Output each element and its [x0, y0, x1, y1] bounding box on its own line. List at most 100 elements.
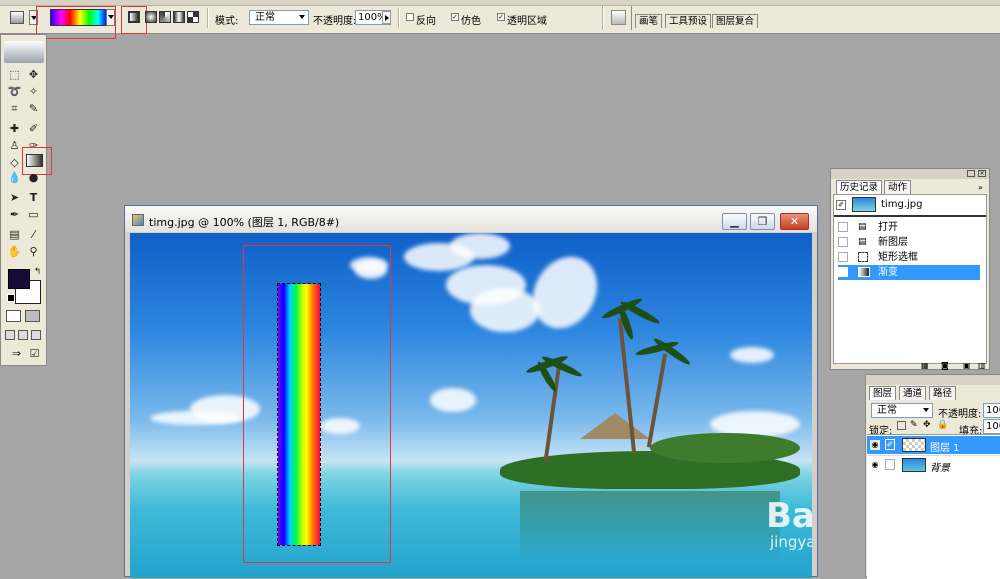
- move-tool-icon[interactable]: ✥: [26, 68, 41, 82]
- diamond-gradient-button[interactable]: [187, 11, 199, 23]
- image-canvas[interactable]: Bai 经验 jingyan.baidu.com: [130, 233, 812, 578]
- panel-menu-icon[interactable]: »: [978, 183, 983, 192]
- type-tool-icon[interactable]: T: [26, 191, 41, 205]
- palette-tab-layer-comps[interactable]: 图层复合: [712, 14, 759, 28]
- palette-tab-label: 画笔: [639, 16, 659, 27]
- brush-link-icon[interactable]: ✐: [885, 439, 895, 450]
- blur-tool-icon[interactable]: 💧: [7, 171, 22, 185]
- layer-row-layer1[interactable]: ◉ ✐ 图层 1: [867, 436, 1000, 454]
- pen-tool-icon[interactable]: ✒: [7, 208, 22, 222]
- layer-opacity-input[interactable]: 100: [983, 403, 1000, 418]
- radial-gradient-button[interactable]: [145, 11, 157, 23]
- panel-close-icon[interactable]: ×: [978, 170, 986, 177]
- brush-tool-icon[interactable]: ✐: [26, 122, 41, 136]
- layer-link-box[interactable]: [885, 459, 895, 470]
- eye-visibility-icon[interactable]: ◉: [870, 460, 880, 470]
- lock-pixels-icon[interactable]: ✎: [910, 420, 918, 430]
- cloud: [520, 245, 610, 340]
- document-title-bar[interactable]: timg.jpg @ 100% (图层 1, RGB/8#) ▁ ❐ ✕: [125, 206, 817, 232]
- reflected-gradient-button[interactable]: [173, 11, 185, 23]
- history-item-rect-marquee[interactable]: 矩形选框: [838, 250, 980, 265]
- layers-panel: 图层 通道 路径 正常 不透明度: 100 锁定: ✎ ✥ 🔒 填充: 100 …: [865, 374, 1000, 579]
- hut-roof: [580, 413, 650, 439]
- layer-blend-mode-select[interactable]: 正常: [871, 403, 933, 418]
- jump-to-imageready-icon[interactable]: ⇒: [9, 347, 24, 361]
- angle-gradient-button[interactable]: [159, 11, 171, 23]
- swap-colors-icon[interactable]: ↰: [30, 265, 45, 279]
- history-panel-grip[interactable]: [831, 169, 989, 179]
- dodge-tool-icon[interactable]: ●: [26, 171, 41, 185]
- tab-channels[interactable]: 通道: [899, 386, 927, 400]
- notes-tool-icon[interactable]: ▤: [7, 228, 22, 242]
- screen-mode-menu-icon[interactable]: [18, 330, 28, 340]
- lock-position-icon[interactable]: ✥: [923, 420, 931, 430]
- new-document-from-state-icon[interactable]: ▦: [921, 361, 929, 370]
- history-state-checkbox[interactable]: [838, 252, 848, 262]
- lock-transparency-icon[interactable]: [897, 421, 906, 430]
- tab-history[interactable]: 历史记录: [836, 180, 883, 194]
- new-snapshot-icon[interactable]: ◙: [941, 361, 949, 370]
- trash-icon[interactable]: ▥: [978, 361, 986, 370]
- history-item-gradient[interactable]: 渐变: [838, 265, 980, 280]
- tab-paths[interactable]: 路径: [929, 386, 957, 400]
- history-item-new-layer[interactable]: ▤ 新图层: [838, 235, 980, 250]
- magic-wand-tool-icon[interactable]: ✧: [26, 85, 41, 99]
- tab-actions[interactable]: 动作: [884, 180, 912, 194]
- minimize-button[interactable]: ▁: [722, 213, 747, 230]
- rainbow-gradient-selection[interactable]: [277, 283, 321, 546]
- snapshot-thumbnail[interactable]: [852, 197, 876, 212]
- gradient-icon: [858, 267, 870, 277]
- layers-panel-grip[interactable]: [866, 375, 1000, 385]
- dither-checkbox[interactable]: ✓: [451, 13, 459, 21]
- lock-all-icon[interactable]: 🔒: [937, 420, 948, 430]
- standard-mode-icon[interactable]: [6, 310, 21, 322]
- tab-layers[interactable]: 图层: [869, 386, 897, 400]
- palette-tab-brushes[interactable]: 画笔: [635, 14, 663, 28]
- history-brush-source-icon[interactable]: ✐: [836, 200, 846, 210]
- close-button[interactable]: ✕: [780, 213, 809, 230]
- layers-list: ◉ ✐ 图层 1 ◉ 背景: [867, 434, 1000, 579]
- restore-button[interactable]: ❐: [750, 213, 775, 230]
- fill-input[interactable]: 100: [983, 419, 1000, 434]
- eye-visibility-icon[interactable]: ◉: [870, 440, 880, 450]
- file-browser-icon[interactable]: [611, 10, 626, 25]
- history-state-checkbox[interactable]: [838, 237, 848, 247]
- foreground-color-swatch[interactable]: [8, 269, 30, 289]
- layer-row-background[interactable]: ◉ 背景: [867, 455, 1000, 474]
- transparency-checkbox[interactable]: ✓: [497, 13, 505, 21]
- healing-brush-tool-icon[interactable]: ✚: [7, 122, 22, 136]
- palette-tab-tool-presets[interactable]: 工具预设: [665, 14, 712, 28]
- eyedropper-tool-icon[interactable]: ⁄: [26, 228, 41, 242]
- screen-mode-standard-icon[interactable]: [5, 330, 15, 340]
- checkmark-tool-icon[interactable]: ☑: [27, 347, 42, 361]
- new-state-icon[interactable]: ▣: [963, 361, 971, 370]
- opacity-slider-arrow[interactable]: [382, 11, 391, 24]
- gradient-tool-icon[interactable]: [26, 154, 43, 167]
- history-state-checkbox[interactable]: [838, 267, 848, 277]
- shape-tool-icon[interactable]: ▭: [26, 208, 41, 222]
- gradient-picker-dropdown-arrow[interactable]: [106, 9, 115, 26]
- quick-mask-mode-icon[interactable]: [25, 310, 40, 322]
- reverse-checkbox[interactable]: [406, 13, 414, 21]
- path-selection-tool-icon[interactable]: ➤: [7, 191, 22, 205]
- panel-minimize-icon[interactable]: [967, 170, 975, 177]
- hand-tool-icon[interactable]: ✋: [7, 245, 22, 259]
- tool-preset-icon[interactable]: [10, 11, 24, 24]
- tab-label: 历史记录: [840, 182, 879, 193]
- clone-stamp-tool-icon[interactable]: ♙: [7, 139, 22, 153]
- crop-tool-icon[interactable]: ⌗: [7, 102, 22, 116]
- screen-mode-full-icon[interactable]: [31, 330, 41, 340]
- checkmark-icon: ✓: [452, 13, 458, 21]
- marquee-tool-icon[interactable]: ⬚: [7, 68, 22, 82]
- mode-select[interactable]: 正常: [249, 10, 309, 25]
- options-bar: 模式: 正常 不透明度: 100% 反向 ✓ 仿色 ✓ 透明区域 画笔 工具预设…: [0, 0, 1000, 39]
- gradient-picker-swatch[interactable]: [50, 9, 108, 26]
- linear-gradient-button[interactable]: [128, 11, 140, 23]
- eraser-tool-icon[interactable]: ◇: [7, 156, 22, 170]
- default-colors-icon[interactable]: [7, 294, 15, 302]
- history-item-open[interactable]: ▤ 打开: [838, 220, 980, 235]
- lasso-tool-icon[interactable]: ➰: [7, 85, 22, 99]
- slice-tool-icon[interactable]: ✎: [26, 102, 41, 116]
- history-state-checkbox[interactable]: [838, 222, 848, 232]
- zoom-tool-icon[interactable]: ⚲: [26, 245, 41, 259]
